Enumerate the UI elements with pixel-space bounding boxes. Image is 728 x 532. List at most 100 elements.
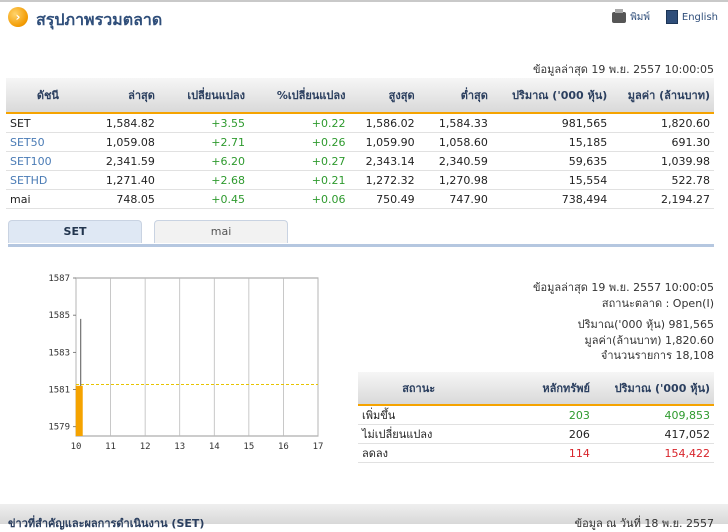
y-tick-label: 1579 xyxy=(48,423,70,433)
cell-volume: 15,185 xyxy=(491,132,612,152)
cell-high: 2,343.14 xyxy=(349,151,419,171)
x-tick-label: 13 xyxy=(174,442,185,452)
cell-change: +0.45 xyxy=(158,189,249,209)
table-row: ไม่เปลี่ยนแปลง 206 417,052 xyxy=(358,424,714,444)
index-link[interactable]: SETHD xyxy=(6,170,90,190)
cell-pct-change: +0.27 xyxy=(248,151,350,171)
cell-low: 2,340.59 xyxy=(418,151,492,171)
table-row: SETHD 1,271.40 +2.68 +0.21 1,272.32 1,27… xyxy=(6,170,714,190)
cell-low: 1,584.33 xyxy=(418,113,492,133)
stat-label: เพิ่มขึ้น xyxy=(358,405,480,425)
cell-last: 748.05 xyxy=(89,189,159,209)
stat-count: 206 xyxy=(479,424,594,444)
col-status: สถานะ xyxy=(358,372,480,406)
table-row: mai 748.05 +0.45 +0.06 750.49 747.90 738… xyxy=(6,189,714,209)
index-table-header: ดัชนี ล่าสุด เปลี่ยนแปลง %เปลี่ยนแปลง สู… xyxy=(6,78,714,114)
stat-label: ไม่เปลี่ยนแปลง xyxy=(358,424,480,444)
cell-value: 691.30 xyxy=(611,132,714,152)
col-volume: ปริมาณ ('000 หุ้น) xyxy=(491,78,612,114)
x-tick-label: 17 xyxy=(313,442,324,452)
cell-last: 1,584.82 xyxy=(89,113,159,133)
cell-change: +6.20 xyxy=(158,151,249,171)
news-date: ข้อมูล ณ วันที่ 18 พ.ย. 2557 xyxy=(574,517,714,530)
chart-bar xyxy=(75,385,83,436)
col-stat-volume: ปริมาณ ('000 หุ้น) xyxy=(593,372,714,406)
x-tick-label: 16 xyxy=(278,442,289,452)
tab-set[interactable]: SET xyxy=(8,220,142,243)
cell-volume: 738,494 xyxy=(491,189,612,209)
stat-table-header: สถานะ หลักทรัพย์ ปริมาณ ('000 หุ้น) xyxy=(358,372,714,406)
table-row: ลดลง 114 154,422 xyxy=(358,443,714,463)
chart-tabs: SET mai xyxy=(8,220,714,247)
last-updated: ข้อมูลล่าสุด 19 พ.ย. 2557 10:00:05 xyxy=(533,63,714,76)
arrow-right-icon: › xyxy=(8,7,28,27)
cell-pct-change: +0.22 xyxy=(248,113,350,133)
cell-volume: 981,565 xyxy=(491,113,612,133)
cell-high: 750.49 xyxy=(349,189,419,209)
index-table: ดัชนี ล่าสุด เปลี่ยนแปลง %เปลี่ยนแปลง สู… xyxy=(6,78,714,209)
news-footer-bar: ข่าวที่สำคัญและผลการดำเนินงาน (SET) ข้อม… xyxy=(0,504,728,530)
stat-volume: 154,422 xyxy=(593,443,714,463)
print-button[interactable]: พิมพ์ xyxy=(612,9,650,25)
cell-value: 1,039.98 xyxy=(611,151,714,171)
y-tick-label: 1587 xyxy=(48,274,70,284)
page-header: › สรุปภาพรวมตลาด พิมพ์ English xyxy=(8,6,720,30)
cell-high: 1,586.02 xyxy=(349,113,419,133)
col-securities: หลักทรัพย์ xyxy=(479,372,594,406)
x-tick-label: 15 xyxy=(243,442,254,452)
info-deals: จำนวนรายการ 18,108 xyxy=(600,349,714,362)
col-high: สูงสุด xyxy=(349,78,419,114)
stat-count: 203 xyxy=(479,405,594,425)
col-low: ต่ำสุด xyxy=(418,78,492,114)
info-status: สถานะตลาด : Open(I) xyxy=(601,296,714,310)
table-row: SET100 2,341.59 +6.20 +0.27 2,343.14 2,3… xyxy=(6,151,714,171)
index-name: SET xyxy=(6,113,90,133)
stat-count: 114 xyxy=(479,443,594,463)
english-button[interactable]: English xyxy=(665,10,718,24)
cell-change: +2.71 xyxy=(158,132,249,152)
cell-volume: 59,635 xyxy=(491,151,612,171)
cell-low: 1,058.60 xyxy=(418,132,492,152)
tab-mai[interactable]: mai xyxy=(154,220,288,243)
cell-high: 1,059.90 xyxy=(349,132,419,152)
document-icon xyxy=(665,10,678,24)
table-row: SET 1,584.82 +3.55 +0.22 1,586.02 1,584.… xyxy=(6,113,714,133)
stat-volume: 417,052 xyxy=(593,424,714,444)
cell-pct-change: +0.21 xyxy=(248,170,350,190)
cell-change: +2.68 xyxy=(158,170,249,190)
table-row: เพิ่มขึ้น 203 409,853 xyxy=(358,405,714,425)
x-tick-label: 11 xyxy=(105,442,116,452)
news-heading: ข่าวที่สำคัญและผลการดำเนินงาน (SET) xyxy=(8,517,205,530)
y-tick-label: 1585 xyxy=(48,311,70,321)
top-border xyxy=(0,0,728,2)
col-change: เปลี่ยนแปลง xyxy=(158,78,249,114)
market-info: ข้อมูลล่าสุด 19 พ.ย. 2557 10:00:05 สถานะ… xyxy=(533,280,714,364)
y-tick-label: 1581 xyxy=(48,386,70,396)
index-name: mai xyxy=(6,189,90,209)
english-label: English xyxy=(681,11,718,23)
index-link[interactable]: SET100 xyxy=(6,151,90,171)
cell-last: 1,271.40 xyxy=(89,170,159,190)
cell-last: 1,059.08 xyxy=(89,132,159,152)
plot-area xyxy=(75,277,319,437)
x-tick-label: 10 xyxy=(71,442,82,452)
info-updated: ข้อมูลล่าสุด 19 พ.ย. 2557 10:00:05 xyxy=(533,281,714,294)
cell-last: 2,341.59 xyxy=(89,151,159,171)
col-value: มูลค่า (ล้านบาท) xyxy=(611,78,714,114)
page-title: สรุปภาพรวมตลาด xyxy=(36,10,163,29)
advance-decline-table: สถานะ หลักทรัพย์ ปริมาณ ('000 หุ้น) เพิ่… xyxy=(358,372,714,463)
col-pct-change: %เปลี่ยนแปลง xyxy=(248,78,350,114)
index-link[interactable]: SET50 xyxy=(6,132,90,152)
info-value: มูลค่า(ล้านบาท) 1,820.60 xyxy=(584,333,714,347)
cell-change: +3.55 xyxy=(158,113,249,133)
y-tick-label: 1583 xyxy=(48,348,70,358)
printer-icon xyxy=(612,9,627,23)
cell-low: 1,270.98 xyxy=(418,170,492,190)
print-label: พิมพ์ xyxy=(630,12,650,23)
stat-volume: 409,853 xyxy=(593,405,714,425)
cell-high: 1,272.32 xyxy=(349,170,419,190)
cell-low: 747.90 xyxy=(418,189,492,209)
x-tick-label: 14 xyxy=(209,442,220,452)
x-tick-label: 12 xyxy=(140,442,151,452)
cell-value: 522.78 xyxy=(611,170,714,190)
